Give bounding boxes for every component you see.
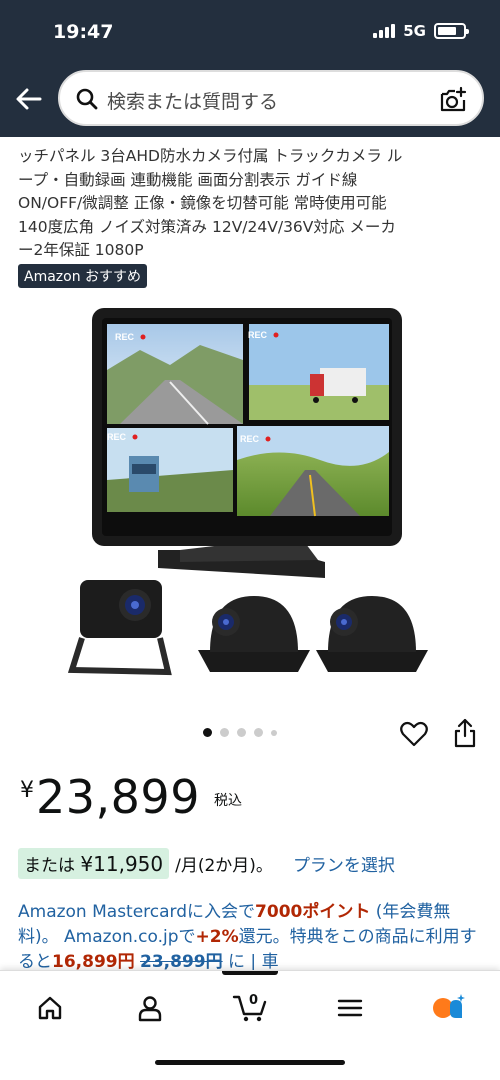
tab-account[interactable] (130, 991, 170, 1025)
menu-icon (337, 999, 363, 1017)
heart-icon[interactable] (400, 721, 428, 747)
title-line: 140度広角 ノイズ対策済み 12V/24V/36V対応 メーカ (18, 217, 396, 236)
dome-camera (316, 596, 428, 672)
active-tab-indicator (222, 971, 278, 975)
network-label: 5G (403, 22, 426, 40)
installment-term: /月(2か月)。 (175, 856, 273, 876)
tab-cart[interactable]: 0 (222, 971, 278, 1025)
title-line: ON/OFF/微調整 正像・鏡像を切替可能 常時使用可能 (18, 194, 387, 212)
installment-prefix: または (24, 856, 75, 876)
pager-dot[interactable] (203, 728, 212, 737)
tab-menu[interactable] (330, 991, 370, 1025)
signal-icon (373, 24, 396, 38)
currency-symbol: ¥ (20, 778, 34, 803)
pager-dot[interactable] (237, 728, 246, 737)
search-input[interactable]: 検索または質問する (107, 87, 278, 114)
title-line: ッチパネル 3台AHD防水カメラ付属 トラックカメラ ル (18, 147, 403, 165)
home-indicator (155, 1060, 345, 1065)
share-icon[interactable] (453, 718, 477, 748)
back-arrow-icon[interactable] (14, 84, 44, 114)
tab-assistant[interactable] (428, 991, 468, 1025)
title-line: ー2年保証 1080P (18, 241, 144, 259)
tab-home[interactable] (30, 991, 70, 1025)
installment-amount: ¥11,950 (80, 852, 164, 876)
promo-text: Amazon Mastercardに入会で (18, 902, 256, 922)
recommendation-badge: Amazon おすすめ (18, 264, 148, 288)
promo-text: に | 車 (222, 952, 279, 972)
person-icon (138, 996, 162, 1022)
installment-row: または ¥11,950 /月(2か月)。 プランを選択 (18, 848, 395, 879)
home-icon (38, 996, 62, 1020)
assistant-icon (433, 994, 465, 1018)
title-line: ープ・自動録画 連動機能 画面分割表示 ガイド線 (18, 170, 358, 189)
mastercard-promo[interactable]: Amazon Mastercardに入会で7000ポイント (年会費無料)。 A… (18, 900, 484, 975)
price: ¥ 23,899 税込 (20, 770, 242, 824)
select-plan-link[interactable]: プランを選択 (293, 851, 395, 876)
pager-dot[interactable] (220, 728, 229, 737)
title-cut-line (18, 137, 488, 145)
product-title[interactable]: ッチパネル 3台AHD防水カメラ付属 トラックカメラ ル ープ・自動録画 連動機… (18, 137, 488, 263)
rec-label: REC (115, 332, 135, 342)
promo-discount-price: 16,899円 (52, 952, 135, 972)
app-header: 19:47 5G 検索または質問する (0, 0, 500, 137)
product-image[interactable]: REC REC REC REC (60, 300, 440, 700)
promo-original-price: 23,899円 (140, 952, 223, 972)
dome-camera (198, 596, 310, 672)
pager-dot[interactable] (254, 728, 263, 737)
cart-count: 0 (249, 993, 259, 1008)
status-time: 19:47 (53, 21, 114, 43)
promo-points: 7000ポイント (255, 902, 371, 922)
status-bar: 19:47 5G (0, 0, 500, 62)
search-icon (76, 88, 98, 110)
battery-icon (434, 23, 469, 39)
tax-label: 税込 (213, 793, 242, 809)
image-pager[interactable] (203, 728, 277, 737)
rec-label: REC (248, 330, 268, 340)
rec-label: REC (107, 432, 127, 442)
status-indicators: 5G (373, 22, 469, 40)
installment-highlight: または ¥11,950 (18, 848, 170, 879)
price-value: 23,899 (36, 770, 200, 824)
pager-dot[interactable] (271, 729, 277, 736)
search-bar[interactable]: 検索または質問する (58, 70, 484, 126)
monitor: REC REC REC REC (92, 308, 402, 578)
rec-label: REC (240, 434, 260, 444)
rear-camera (67, 580, 172, 676)
promo-rate: +2% (195, 927, 239, 947)
camera-search-icon[interactable] (438, 85, 468, 115)
